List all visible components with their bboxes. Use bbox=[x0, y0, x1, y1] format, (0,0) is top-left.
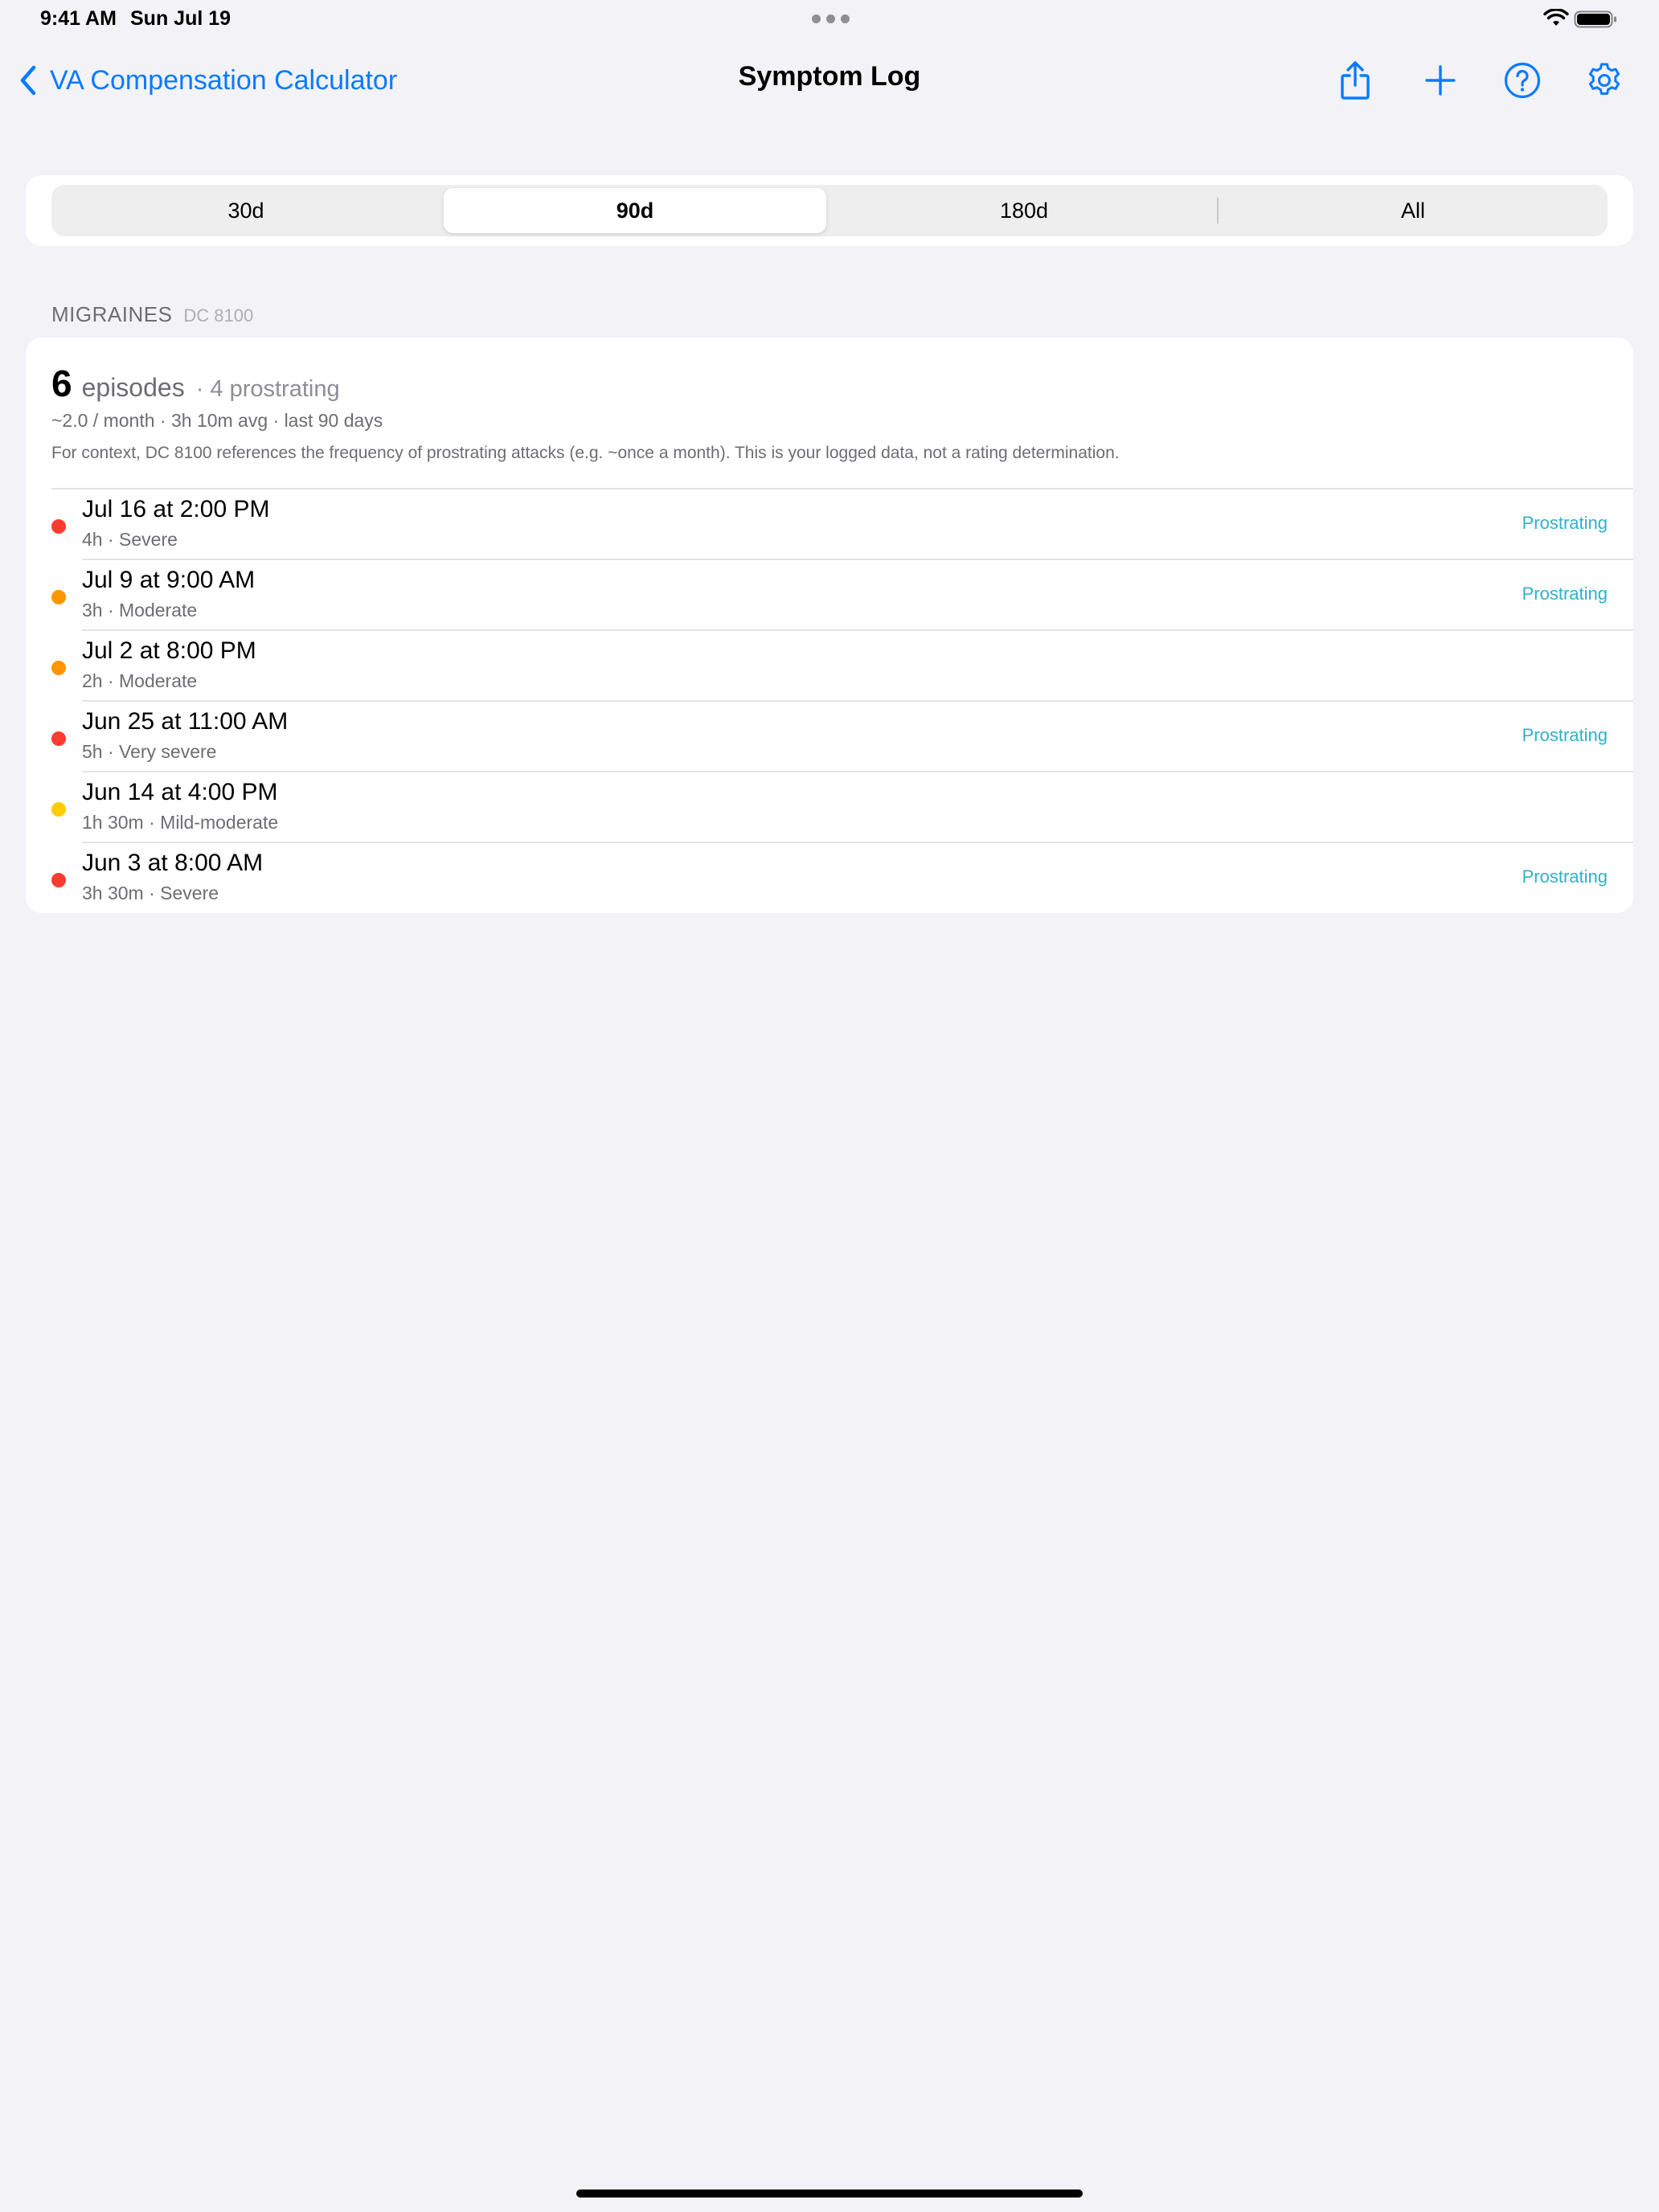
episode-summary: 6 episodes · 4 prostrating bbox=[51, 362, 340, 405]
episode-detail: 3h · Moderate bbox=[82, 600, 198, 621]
severity-dot bbox=[51, 590, 66, 604]
battery-icon bbox=[1574, 10, 1616, 28]
section-header: MIGRAINES DC 8100 bbox=[51, 302, 253, 327]
segment-30d[interactable]: 30d bbox=[55, 188, 437, 233]
segment-divider bbox=[1217, 198, 1219, 223]
episode-row[interactable]: Jul 16 at 2:00 PM 4h · Severe Prostratin… bbox=[26, 488, 1633, 559]
add-entry-button[interactable] bbox=[1416, 56, 1464, 104]
episode-date: Jul 16 at 2:00 PM bbox=[82, 496, 270, 522]
status-time: 9:41 AM bbox=[40, 7, 117, 30]
section-code: DC 8100 bbox=[183, 305, 254, 326]
episode-detail: 5h · Very severe bbox=[82, 741, 217, 762]
home-indicator[interactable] bbox=[576, 2189, 1083, 2198]
episode-date: Jul 9 at 9:00 AM bbox=[82, 567, 256, 593]
episode-row[interactable]: Jul 2 at 8:00 PM 2h · Moderate bbox=[26, 629, 1633, 700]
help-icon bbox=[1504, 62, 1541, 99]
episode-row[interactable]: Jun 14 at 4:00 PM 1h 30m · Mild-moderate bbox=[26, 771, 1633, 842]
gear-icon bbox=[1588, 63, 1620, 95]
row-separator bbox=[82, 700, 1633, 702]
row-separator bbox=[51, 488, 1633, 490]
status-bar: 9:41 AM Sun Jul 19 bbox=[0, 0, 1659, 39]
prostrating-tag: Prostrating bbox=[1522, 584, 1608, 604]
row-separator bbox=[82, 559, 1633, 560]
episode-count-label: episodes bbox=[81, 373, 185, 402]
settings-button[interactable] bbox=[1580, 56, 1628, 104]
episode-detail: 1h 30m · Mild-moderate bbox=[82, 812, 279, 833]
episode-row[interactable]: Jul 9 at 9:00 AM 3h · Moderate Prostrati… bbox=[26, 559, 1633, 629]
range-segmented-control: 30d 90d 180d All bbox=[51, 185, 1608, 236]
episode-date: Jun 25 at 11:00 AM bbox=[82, 708, 289, 735]
episode-detail: 4h · Severe bbox=[82, 529, 178, 550]
migraine-log-card: 6 episodes · 4 prostrating ~2.0 / month … bbox=[26, 338, 1633, 913]
section-title: MIGRAINES bbox=[51, 302, 173, 326]
episode-list: Jul 16 at 2:00 PM 4h · Severe Prostratin… bbox=[26, 488, 1633, 912]
page-title: Symptom Log bbox=[738, 61, 921, 92]
episode-row[interactable]: Jun 3 at 8:00 AM 3h 30m · Severe Prostra… bbox=[26, 842, 1633, 912]
episode-date: Jul 2 at 8:00 PM bbox=[82, 637, 256, 664]
severity-dot bbox=[51, 873, 66, 887]
wifi-icon bbox=[1543, 9, 1569, 26]
share-button[interactable] bbox=[1331, 56, 1379, 104]
prostrating-tag: Prostrating bbox=[1522, 866, 1608, 887]
episode-detail: 3h 30m · Severe bbox=[82, 883, 219, 903]
episode-detail: 2h · Moderate bbox=[82, 670, 198, 691]
episode-row[interactable]: Jun 25 at 11:00 AM 5h · Very severe Pros… bbox=[26, 700, 1633, 771]
row-separator bbox=[82, 842, 1633, 843]
prostrating-tag: Prostrating bbox=[1522, 725, 1608, 745]
status-date: Sun Jul 19 bbox=[130, 7, 231, 30]
help-button[interactable] bbox=[1498, 56, 1546, 104]
prostrating-tag: Prostrating bbox=[1522, 513, 1608, 533]
severity-dot bbox=[51, 519, 66, 534]
share-icon bbox=[1341, 61, 1370, 100]
multitasking-dots-icon[interactable] bbox=[812, 14, 850, 23]
range-selector-card: 30d 90d 180d All bbox=[26, 175, 1633, 246]
severity-dot bbox=[51, 661, 66, 675]
severity-dot bbox=[51, 731, 66, 746]
segment-90d[interactable]: 90d bbox=[444, 188, 826, 233]
context-note: For context, DC 8100 references the freq… bbox=[51, 444, 1120, 462]
navigation-bar: VA Compensation Calculator Symptom Log bbox=[0, 48, 1659, 113]
row-separator bbox=[82, 771, 1633, 772]
segment-all[interactable]: All bbox=[1222, 188, 1604, 233]
plus-icon bbox=[1425, 65, 1456, 96]
segment-180d[interactable]: 180d bbox=[833, 188, 1215, 233]
episode-date: Jun 14 at 4:00 PM bbox=[82, 779, 278, 805]
episode-count: 6 bbox=[51, 363, 72, 404]
row-separator bbox=[82, 629, 1633, 631]
episode-date: Jun 3 at 8:00 AM bbox=[82, 850, 264, 876]
severity-dot bbox=[51, 802, 66, 817]
symptom-log-screen: 9:41 AM Sun Jul 19 VA Compensation Calcu… bbox=[0, 0, 1659, 2212]
prostrating-count: · 4 prostrating bbox=[195, 376, 340, 402]
frequency-stats: ~2.0 / month · 3h 10m avg · last 90 days bbox=[51, 410, 383, 431]
